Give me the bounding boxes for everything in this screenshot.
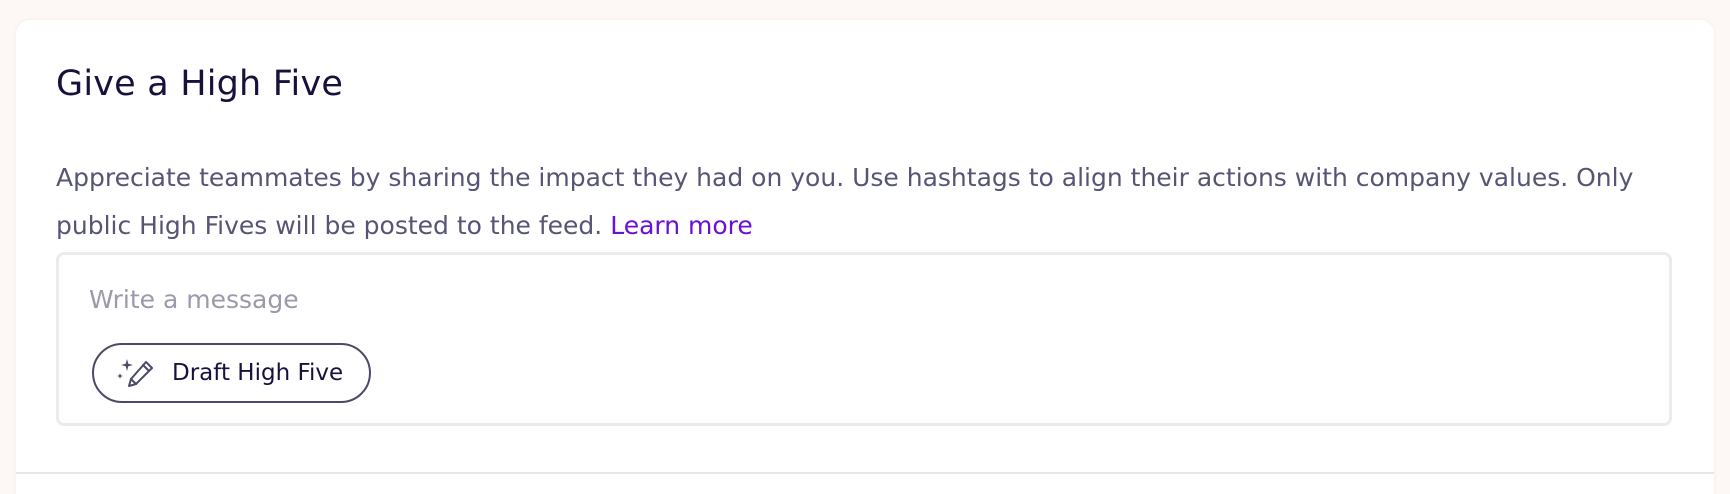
draft-button-label: Draft High Five: [172, 360, 344, 386]
draft-high-five-button[interactable]: Draft High Five: [92, 343, 372, 403]
learn-more-link[interactable]: Learn more: [610, 211, 753, 240]
bottom-divider: [16, 472, 1714, 474]
description-text: Appreciate teammates by sharing the impa…: [56, 163, 1634, 240]
high-five-card: Give a High Five Appreciate teammates by…: [16, 20, 1714, 494]
message-composer: Draft High Five: [56, 252, 1672, 426]
message-input[interactable]: [89, 277, 1629, 321]
magic-pencil-icon: [116, 356, 156, 390]
card-title: Give a High Five: [56, 64, 344, 104]
card-description: Appreciate teammates by sharing the impa…: [56, 154, 1696, 250]
